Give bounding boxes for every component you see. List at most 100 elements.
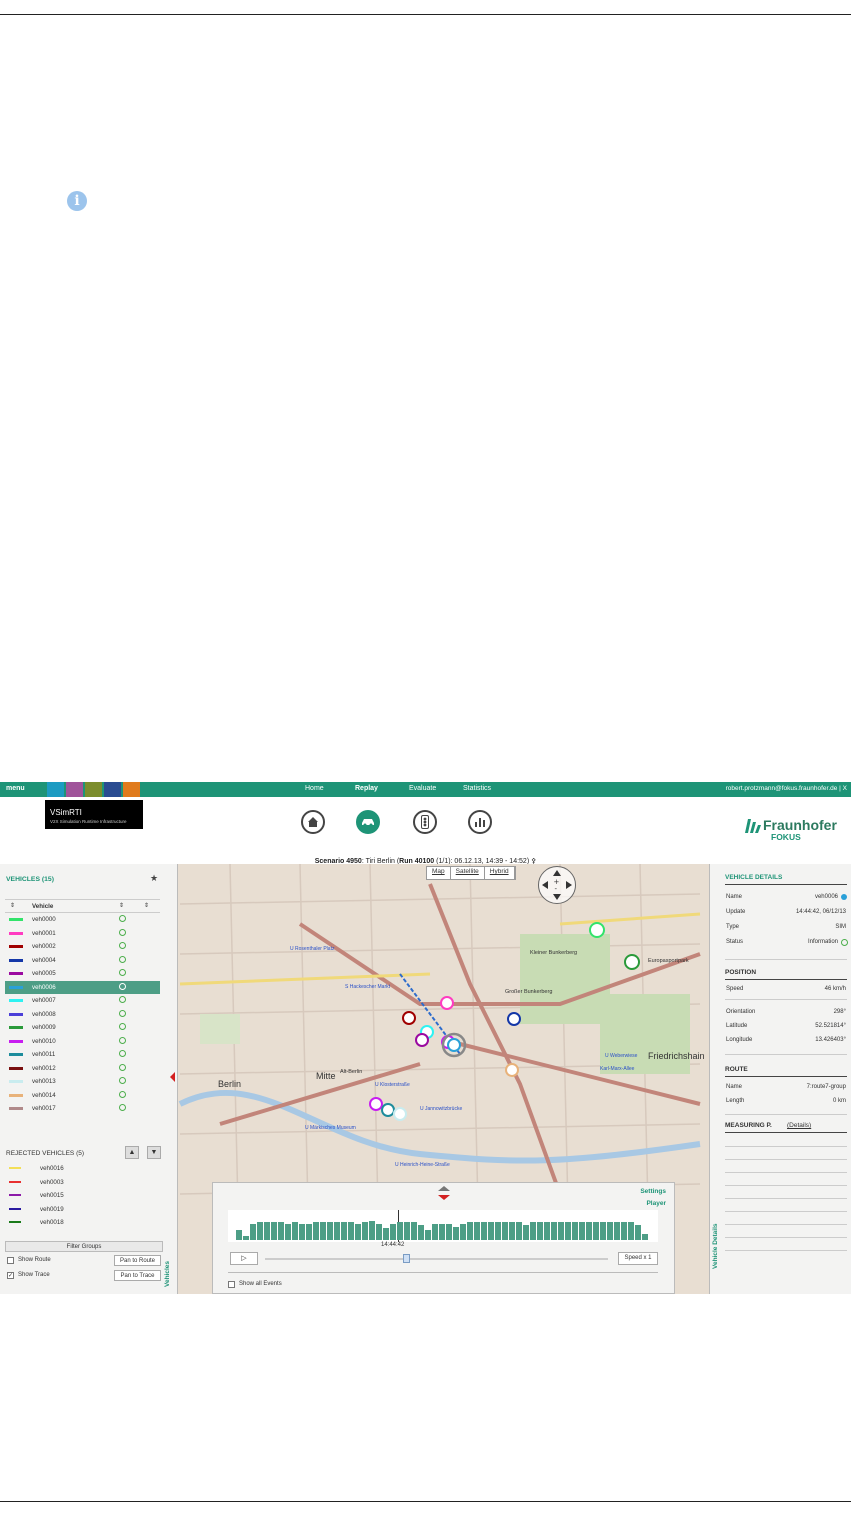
event-histogram-bar bbox=[355, 1223, 361, 1240]
vehicle-color-bar bbox=[9, 931, 23, 935]
vehicle-color-bar bbox=[9, 985, 23, 989]
divider bbox=[725, 884, 847, 885]
sort-icon[interactable]: ⇕ bbox=[144, 902, 149, 909]
vehicle-row[interactable]: veh0010 bbox=[5, 1035, 160, 1048]
event-histogram-bar bbox=[327, 1222, 333, 1240]
vehicle-row[interactable]: veh0009 bbox=[5, 1021, 160, 1034]
event-histogram-bar bbox=[621, 1222, 627, 1240]
divider bbox=[725, 999, 847, 1000]
move-down-button[interactable]: ▼ bbox=[147, 1146, 161, 1159]
statistics-nav-button[interactable] bbox=[468, 810, 492, 834]
svg-text:Kleiner Bunkerberg: Kleiner Bunkerberg bbox=[530, 950, 577, 956]
event-timeline[interactable] bbox=[228, 1210, 658, 1242]
divider bbox=[725, 1132, 847, 1133]
map-tab-map[interactable]: Map bbox=[427, 867, 451, 879]
event-histogram-bar bbox=[586, 1222, 592, 1240]
settings-link[interactable]: Settings bbox=[640, 1188, 666, 1195]
event-histogram-bar bbox=[600, 1222, 606, 1240]
nav-home[interactable]: Home bbox=[305, 785, 324, 792]
vehicle-name: veh0018 bbox=[40, 1219, 64, 1226]
vehicle-name: veh0013 bbox=[32, 1078, 56, 1085]
home-nav-button[interactable] bbox=[301, 810, 325, 834]
vehicle-row[interactable]: veh0013 bbox=[5, 1075, 160, 1088]
vehicle-row[interactable]: veh0006 bbox=[5, 980, 160, 994]
move-up-button[interactable]: ▲ bbox=[125, 1146, 139, 1159]
star-icon[interactable]: ★ bbox=[150, 873, 158, 884]
vehicle-details-panel: VEHICLE DETAILS Name veh0006 Update 14:4… bbox=[709, 864, 851, 1294]
vehicle-row[interactable]: veh0004 bbox=[5, 954, 160, 967]
map-tab-satellite[interactable]: Satellite bbox=[451, 867, 485, 879]
svg-text:S Hackescher Markt: S Hackescher Markt bbox=[345, 984, 391, 990]
vehicle-row[interactable]: veh0012 bbox=[5, 1062, 160, 1075]
map-tab-hybrid[interactable]: Hybrid bbox=[485, 867, 515, 879]
show-all-events-checkbox[interactable] bbox=[228, 1281, 235, 1288]
nav-replay[interactable]: Replay bbox=[355, 785, 378, 792]
playback-slider-handle[interactable] bbox=[403, 1254, 410, 1263]
vehicle-row[interactable]: veh0014 bbox=[5, 1089, 160, 1102]
measuring-grid-line bbox=[725, 1159, 847, 1160]
event-histogram-bar bbox=[474, 1222, 480, 1240]
play-button[interactable]: ▷ bbox=[230, 1252, 258, 1265]
sort-icon[interactable]: ⇕ bbox=[119, 902, 124, 909]
show-trace-checkbox[interactable]: ✓ bbox=[7, 1272, 14, 1279]
rejected-vehicle-row[interactable]: veh0003 bbox=[5, 1176, 160, 1189]
vehicle-name: veh0009 bbox=[32, 1024, 56, 1031]
vehicle-row[interactable]: veh0008 bbox=[5, 1008, 160, 1021]
header: VSimRTI V2X Simulation Runtime Infrastru… bbox=[0, 797, 851, 867]
vehicle-name: veh0006 bbox=[32, 983, 56, 991]
check-icon bbox=[119, 1036, 126, 1044]
color-swatch bbox=[104, 782, 121, 797]
rejected-vehicle-row[interactable]: veh0019 bbox=[5, 1203, 160, 1216]
check-icon bbox=[119, 969, 126, 976]
vehicle-name: veh0010 bbox=[32, 1037, 56, 1045]
event-histogram-bar bbox=[432, 1223, 438, 1240]
rejected-vehicle-row[interactable]: veh0018 bbox=[5, 1216, 160, 1229]
event-histogram-bar bbox=[488, 1222, 494, 1240]
event-histogram-bar bbox=[404, 1222, 410, 1240]
position-title: POSITION bbox=[725, 969, 757, 976]
evaluate-nav-button[interactable] bbox=[413, 810, 437, 834]
vehicle-row[interactable]: veh0005 bbox=[5, 967, 160, 980]
vehicle-row[interactable]: veh0001 bbox=[5, 927, 160, 940]
event-histogram-bar bbox=[642, 1234, 648, 1240]
event-histogram-bar bbox=[565, 1222, 571, 1240]
pan-to-route-button[interactable]: Pan to Route bbox=[114, 1255, 161, 1266]
vehicle-name: veh0005 bbox=[32, 970, 56, 977]
vehicles-side-tab[interactable]: Vehicles bbox=[163, 1209, 177, 1289]
svg-text:Großer Bunkerberg: Großer Bunkerberg bbox=[505, 989, 552, 995]
pan-to-trace-button[interactable]: Pan to Trace bbox=[114, 1270, 161, 1281]
nav-evaluate[interactable]: Evaluate bbox=[409, 785, 436, 792]
playback-slider[interactable] bbox=[265, 1258, 608, 1260]
map-pan-zoom-control[interactable]: + - bbox=[538, 866, 576, 904]
vehicle-row[interactable]: veh0002 bbox=[5, 940, 160, 953]
vehicle-row[interactable]: veh0011 bbox=[5, 1048, 160, 1061]
collapse-left-arrow-icon[interactable] bbox=[170, 1072, 175, 1082]
event-histogram-bar bbox=[369, 1220, 375, 1240]
measuring-grid-line bbox=[725, 1172, 847, 1173]
vehicle-color-bar bbox=[9, 918, 23, 921]
detail-key-route-name: Name bbox=[726, 1084, 743, 1090]
vehicle-row[interactable]: veh0000 bbox=[5, 913, 160, 926]
user-logout[interactable]: robert.protzmann@fokus.fraunhofer.de | X bbox=[726, 785, 847, 792]
rejected-vehicle-row[interactable]: veh0015 bbox=[5, 1189, 160, 1202]
event-histogram-bar bbox=[544, 1222, 550, 1240]
rejected-vehicle-row[interactable]: veh0016 bbox=[5, 1162, 160, 1175]
replay-nav-button[interactable] bbox=[356, 810, 380, 834]
event-histogram-bar bbox=[502, 1222, 508, 1240]
menu-button[interactable]: menu bbox=[6, 785, 25, 792]
vehicle-column-header[interactable]: Vehicle bbox=[32, 903, 53, 910]
measuring-details-link[interactable]: (Details) bbox=[787, 1122, 811, 1129]
event-histogram-bar bbox=[264, 1222, 270, 1240]
show-route-checkbox[interactable] bbox=[7, 1257, 14, 1264]
vehicle-row[interactable]: veh0007 bbox=[5, 994, 160, 1007]
event-histogram-bar bbox=[572, 1222, 578, 1240]
sort-icon[interactable]: ⇕ bbox=[10, 902, 15, 909]
vehicle-row[interactable]: veh0017 bbox=[5, 1102, 160, 1115]
nav-statistics[interactable]: Statistics bbox=[463, 785, 491, 792]
expand-collapse-icon[interactable] bbox=[437, 1185, 451, 1201]
map-type-tabs: Map Satellite Hybrid bbox=[426, 866, 516, 880]
vehicle-color-bar bbox=[9, 1167, 21, 1169]
event-histogram-bar bbox=[390, 1223, 396, 1240]
filter-groups-button[interactable]: Filter Groups bbox=[5, 1241, 163, 1252]
speed-button[interactable]: Speed x 1 bbox=[618, 1252, 658, 1265]
